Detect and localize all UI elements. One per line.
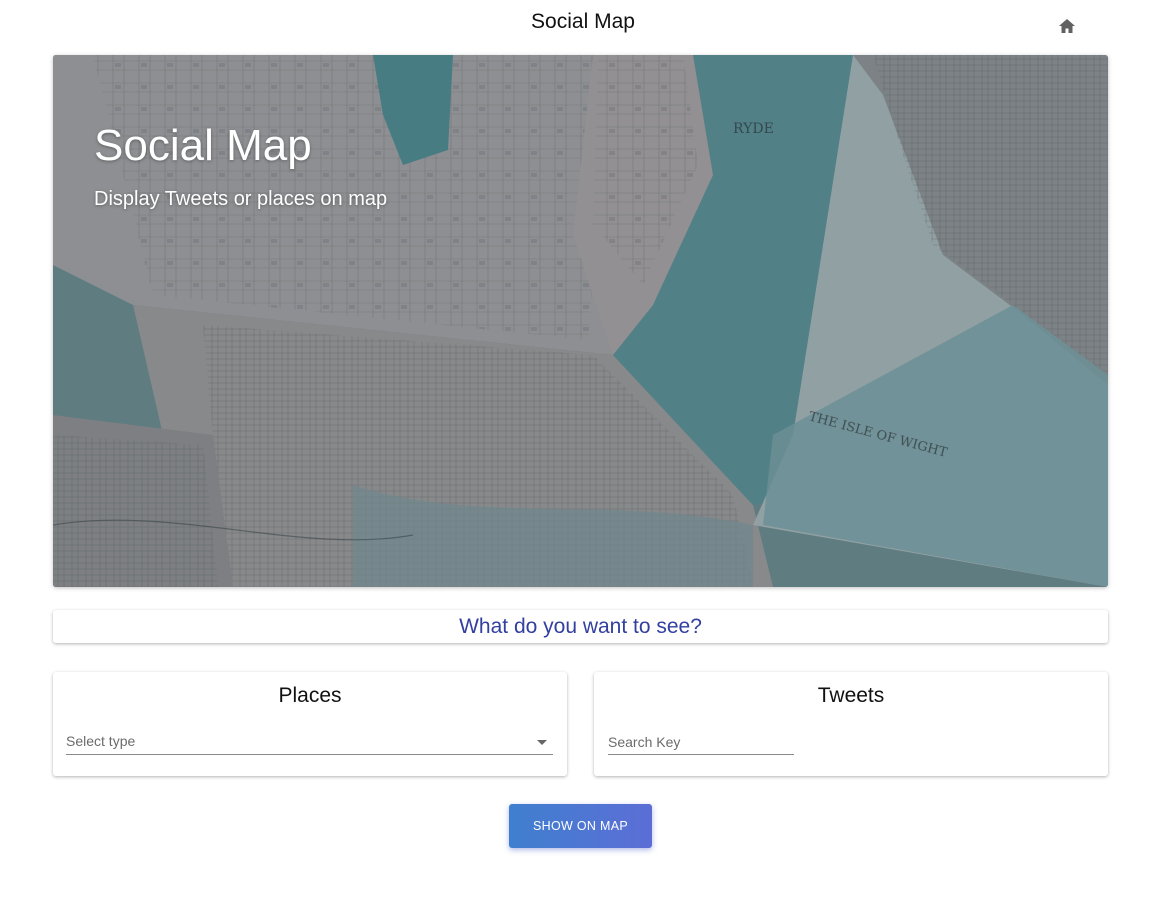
home-button[interactable] (1053, 12, 1081, 40)
app-title: Social Map (531, 10, 635, 33)
places-title: Places (278, 684, 342, 707)
hero-banner: RYDE THE ISLE OF WIGHT Social Map Displa… (53, 55, 1108, 587)
hero-title: Social Map (94, 121, 312, 170)
tweets-card: Tweets (594, 672, 1108, 776)
top-bar: Social Map (0, 0, 1166, 50)
places-card: Places Select type (53, 672, 567, 776)
caret-down-icon (537, 740, 547, 745)
hero-subtitle: Display Tweets or places on map (94, 188, 388, 210)
home-icon (1059, 19, 1075, 33)
question-banner: What do you want to see? (53, 610, 1108, 643)
place-type-select[interactable]: Select type (66, 730, 553, 755)
show-on-map-button[interactable]: SHOW ON MAP (509, 804, 652, 848)
tweets-title: Tweets (817, 684, 885, 707)
search-key-input[interactable] (608, 730, 794, 755)
place-type-placeholder: Select type (66, 733, 136, 749)
